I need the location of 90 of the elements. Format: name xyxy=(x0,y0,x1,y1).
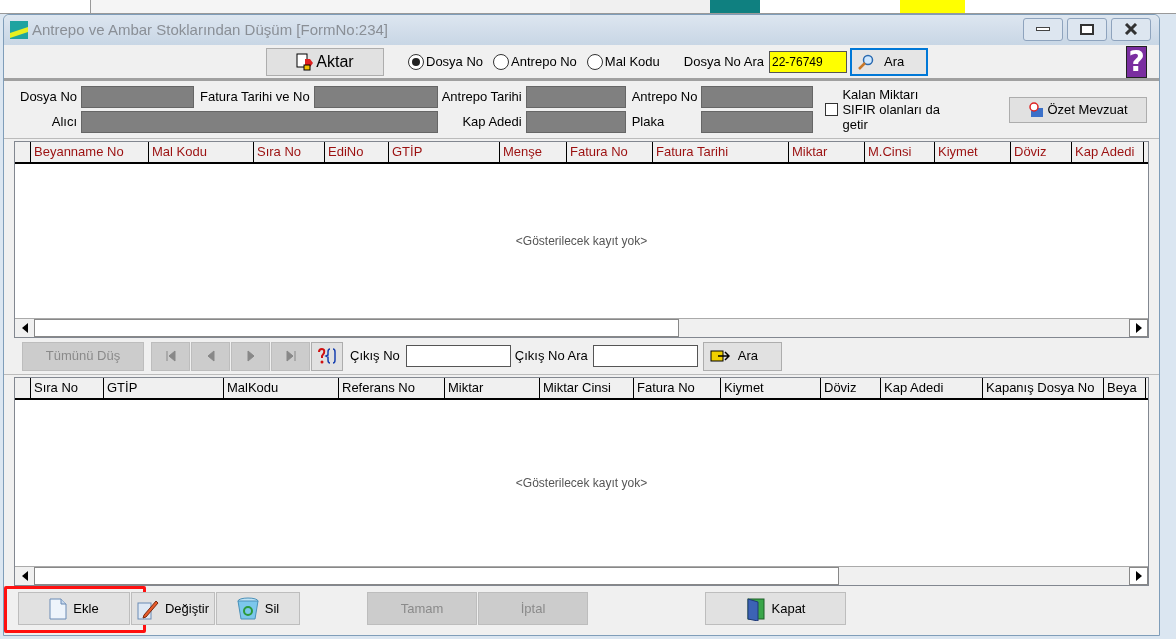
add-action-button[interactable]: Ekle xyxy=(18,592,130,625)
field-label: Dosya No xyxy=(20,88,78,107)
radio-button[interactable] xyxy=(408,53,424,70)
summary-button[interactable]: Özet Mevzuat xyxy=(1009,96,1147,123)
column-header[interactable]: Döviz xyxy=(1011,142,1072,162)
column-header[interactable]: Referans No xyxy=(339,378,445,398)
zero-checkbox-option[interactable]: Kalan Miktarı SIFIR olanları da getir xyxy=(825,87,951,132)
field-label: Plaka xyxy=(631,113,666,132)
radio-button[interactable] xyxy=(586,53,603,70)
app-logo-icon xyxy=(10,21,28,39)
column-header[interactable]: EdiNo xyxy=(325,142,389,162)
field-label: Kap Adedi xyxy=(461,113,522,132)
read-only-field[interactable] xyxy=(701,86,814,108)
column-header[interactable]: Kapanış Dosya No xyxy=(983,378,1104,398)
transfer-button[interactable]: Aktar xyxy=(266,47,384,76)
column-header[interactable]: Kap Adedi xyxy=(881,378,983,398)
column-header[interactable]: Miktar xyxy=(445,378,540,398)
field-label: Antrepo No xyxy=(631,88,698,107)
search-button[interactable]: Ara xyxy=(849,47,928,76)
column-header[interactable]: Sıra No xyxy=(31,378,104,398)
scrollbar-thumb[interactable] xyxy=(34,567,839,585)
radio-option[interactable]: Mal Kodu xyxy=(586,51,660,72)
help-button[interactable]: ? xyxy=(1126,45,1147,78)
next-record-icon[interactable] xyxy=(231,341,270,371)
horizontal-scrollbar[interactable] xyxy=(15,566,1148,585)
column-header[interactable]: Beyanname No xyxy=(31,142,149,162)
search-label: Dosya No Ara xyxy=(683,52,764,71)
empty-message: <Gösterilecek kayıt yok> xyxy=(515,233,648,250)
column-header[interactable]: GTİP xyxy=(389,142,500,162)
column-header[interactable]: Kiymet xyxy=(721,378,821,398)
minimize-icon xyxy=(1036,27,1050,31)
exit-no-input[interactable] xyxy=(405,345,511,367)
radio-option[interactable]: Antrepo No xyxy=(493,51,577,72)
read-only-field[interactable] xyxy=(81,111,438,133)
scroll-right-icon[interactable] xyxy=(1129,567,1148,585)
column-header[interactable]: Miktar Cinsi xyxy=(540,378,634,398)
search-input[interactable]: 22-76749 xyxy=(768,50,847,73)
column-header[interactable]: Menşe xyxy=(500,142,567,162)
recycle-bin-icon xyxy=(236,596,259,621)
column-header[interactable]: Kap Adedi xyxy=(1072,142,1144,162)
horizontal-scrollbar[interactable] xyxy=(15,318,1148,337)
empty-message: <Gösterilecek kayıt yok> xyxy=(515,475,648,492)
maximize-button[interactable] xyxy=(1067,17,1107,41)
scroll-right-icon[interactable] xyxy=(1129,319,1148,337)
close-button[interactable] xyxy=(1111,17,1151,41)
exit-search-button[interactable]: Ara xyxy=(702,341,782,371)
column-header[interactable]: Mal Kodu xyxy=(149,142,254,162)
exit-search-input[interactable] xyxy=(592,345,698,367)
column-header[interactable]: Fatura No xyxy=(634,378,721,398)
read-only-field[interactable] xyxy=(313,86,438,108)
column-header[interactable]: MalKodu xyxy=(224,378,339,398)
column-header[interactable]: GTİP xyxy=(104,378,224,398)
field-label: Fatura Tarihi ve No xyxy=(200,88,310,107)
pointer-icon xyxy=(709,349,730,363)
column-header[interactable]: Beya xyxy=(1104,378,1146,398)
column-header[interactable]: Döviz xyxy=(821,378,881,398)
read-only-field[interactable] xyxy=(701,111,814,133)
column-header[interactable]: Fatura No xyxy=(567,142,653,162)
column-header[interactable]: Sıra No xyxy=(254,142,325,162)
column-header[interactable]: Kiymet xyxy=(935,142,1011,162)
read-only-field[interactable] xyxy=(525,111,626,133)
summary-icon xyxy=(1028,101,1045,118)
first-record-icon[interactable] xyxy=(151,341,190,371)
delete-action-button[interactable]: Sil xyxy=(216,592,300,625)
search-icon xyxy=(857,53,874,70)
radio-button[interactable] xyxy=(493,53,510,70)
column-header[interactable]: Fatura Tarihi xyxy=(653,142,789,162)
close-action-button[interactable]: Kapat xyxy=(705,592,846,625)
read-only-field[interactable] xyxy=(525,86,626,108)
column-header[interactable]: M.Cinsi xyxy=(865,142,935,162)
door-icon xyxy=(745,596,766,621)
scrollbar-thumb[interactable] xyxy=(34,319,679,337)
column-header[interactable]: Miktar xyxy=(789,142,865,162)
transfer-icon xyxy=(296,52,315,71)
document-icon xyxy=(49,597,68,620)
previous-record-icon[interactable] xyxy=(191,341,230,371)
window-title: Antrepo ve Ambar Stoklarından Düşüm [FormNo:234] xyxy=(32,19,388,40)
field-label: Alıcı xyxy=(50,113,78,132)
close-icon xyxy=(1124,23,1138,35)
read-only-field[interactable] xyxy=(81,86,195,108)
checkbox[interactable] xyxy=(825,103,839,116)
filter-icon[interactable] xyxy=(311,341,343,371)
maximize-icon xyxy=(1080,23,1094,35)
field-label: Antrepo Tarihi xyxy=(441,88,522,107)
last-record-icon[interactable] xyxy=(271,341,310,371)
edit-action-button[interactable]: Değiştir xyxy=(131,592,215,625)
exit-search-label: Çıkış No Ara xyxy=(514,347,588,366)
radio-option[interactable]: Dosya No xyxy=(408,51,484,72)
exit-no-label: Çıkış No xyxy=(350,347,400,366)
minimize-button[interactable] xyxy=(1023,17,1063,41)
